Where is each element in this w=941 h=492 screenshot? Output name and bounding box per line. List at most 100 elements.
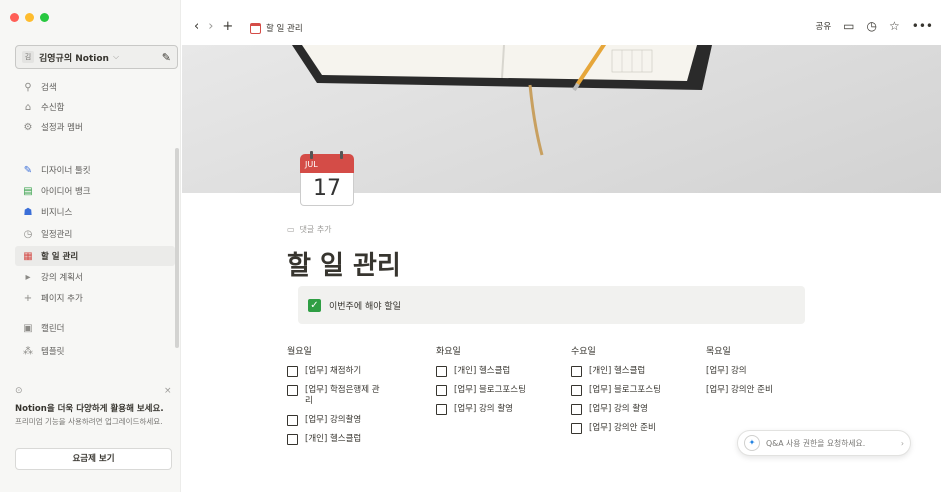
todo-item[interactable]: [개인] 헬스클럽 [571, 366, 706, 377]
todo-text: [업무] 블로그포스팅 [589, 385, 661, 395]
promo-title: Notion을 더욱 다양하게 활용해 보세요. [15, 404, 164, 414]
sidebar-item-label: 검색 [41, 83, 57, 93]
chevron-right-icon: › [900, 438, 904, 448]
todo-item[interactable]: [업무] 강의촬영 [287, 415, 422, 426]
sidebar-item-label: 디자이너 툴킷 [41, 166, 91, 176]
todo-text: [업무] 강의 촬영 [454, 404, 513, 414]
add-comment-button[interactable]: ▭ 댓글 추가 [287, 224, 332, 235]
star-icon[interactable]: ☆ [889, 19, 900, 33]
page-title[interactable]: 할 일 관리 [287, 245, 401, 282]
list-text: [업무] 강의 [706, 366, 747, 376]
checkbox[interactable] [436, 385, 447, 396]
chevron-right-icon[interactable]: › [208, 19, 213, 34]
sidebar: 김 김영규의 Notion ⌵ ✎ ⚲ 검색 ⌂ 수신함 ⚙ 설정과 멤버 ✎ … [0, 0, 181, 492]
page-icon: ▸ [25, 271, 31, 283]
sidebar-item-syllabus[interactable]: ▸ 강의 계획서 [15, 267, 175, 287]
checkbox[interactable] [287, 434, 298, 445]
sidebar-item-business[interactable]: ☗ 비지니스 [15, 202, 175, 222]
page-icon-calendar[interactable]: JUL 17 [300, 151, 354, 210]
checkbox[interactable] [287, 366, 298, 377]
checkbox[interactable] [571, 404, 582, 415]
todo-item[interactable]: [업무] 강의 촬영 [436, 404, 571, 415]
todo-item[interactable]: [업무] 학점은행제 관리 [287, 385, 422, 407]
breadcrumb[interactable]: 할 일 관리 [250, 22, 303, 34]
column-heading: 수요일 [571, 347, 596, 357]
share-button[interactable]: 공유 [816, 20, 832, 32]
todo-item[interactable]: [업무] 채점하기 [287, 366, 422, 377]
callout-block[interactable]: ✓ 이번주에 해야 할일 [298, 286, 805, 324]
sidebar-item-label: 수신함 [41, 103, 65, 113]
list-item[interactable]: [업무] 강의안 준비 [706, 385, 841, 396]
todo-item[interactable]: [개인] 헬스클럽 [436, 366, 571, 377]
checkbox[interactable] [436, 366, 447, 377]
qa-label: Q&A 사용 권한을 요청하세요. [766, 438, 866, 448]
todo-item[interactable]: [업무] 강의 촬영 [571, 404, 706, 415]
calendar-icon [250, 22, 261, 34]
sidebar-item-calendar[interactable]: ▣ 캘린더 [15, 318, 175, 338]
todo-text: [개인] 헬스클럽 [454, 366, 511, 376]
comment-icon[interactable]: ▭ [843, 19, 854, 33]
checkbox[interactable] [287, 415, 298, 426]
callout-text: 이번주에 해야 할일 [329, 301, 401, 312]
checkbox[interactable] [571, 423, 582, 434]
todo-item[interactable]: [업무] 블로그포스팅 [571, 385, 706, 396]
chevron-left-icon[interactable]: ‹ [194, 19, 199, 34]
compose-icon[interactable]: ✎ [162, 51, 171, 64]
close-icon[interactable]: × [164, 386, 172, 396]
column-heading: 목요일 [706, 347, 731, 357]
sidebar-item-add-page[interactable]: + 페이지 추가 [15, 288, 175, 308]
clock-icon: ◷ [23, 228, 33, 240]
sidebar-item-label: 할 일 관리 [41, 252, 79, 262]
column-wednesday: 수요일 [개인] 헬스클럽 [업무] 블로그포스팅 [업무] 강의 촬영 [업무… [571, 344, 706, 434]
sidebar-item-label: 비지니스 [41, 208, 73, 218]
clock-icon[interactable]: ◷ [867, 19, 877, 33]
todo-text: [업무] 블로그포스팅 [454, 385, 526, 395]
sidebar-item-schedule[interactable]: ◷ 일정관리 [15, 224, 175, 244]
chevron-down-icon: ⌵ [112, 52, 120, 61]
books-icon: ▤ [23, 185, 33, 197]
calendar-outline-icon: ▣ [23, 322, 33, 334]
sidebar-item-templates[interactable]: ⁂ 템플릿 [15, 341, 175, 361]
todo-item[interactable]: [업무] 강의안 준비 [571, 423, 706, 434]
calendar-day: 17 [300, 173, 354, 206]
sidebar-item-designer-toolkit[interactable]: ✎ 디자이너 툴킷 [15, 160, 175, 180]
todo-text: [업무] 채점하기 [305, 366, 362, 376]
plus-icon[interactable]: + [222, 19, 233, 34]
todo-text: [업무] 학점은행제 관리 [305, 385, 380, 406]
add-comment-label: 댓글 추가 [299, 225, 332, 234]
pencil-icon: ✎ [23, 164, 33, 176]
breadcrumb-label: 할 일 관리 [266, 24, 303, 34]
sidebar-item-settings[interactable]: ⚙ 설정과 멤버 [15, 117, 175, 137]
sidebar-scrollbar[interactable] [175, 148, 179, 348]
todo-text: [업무] 강의촬영 [305, 415, 362, 425]
todo-item[interactable]: [개인] 헬스클럽 [287, 434, 422, 445]
promo-body: 프리미엄 기능을 사용하려면 업그레이드하세요. [15, 417, 163, 426]
sidebar-item-label: 아이디어 뱅크 [41, 187, 91, 197]
todo-text: [업무] 강의안 준비 [589, 423, 656, 433]
todo-item[interactable]: [업무] 블로그포스팅 [436, 385, 571, 396]
close-window-button[interactable] [10, 13, 19, 22]
notebook-illustration [292, 45, 712, 156]
sidebar-item-label: 강의 계획서 [41, 273, 83, 283]
sidebar-item-idea-bank[interactable]: ▤ 아이디어 뱅크 [15, 181, 175, 201]
qa-request-button[interactable]: ✦ Q&A 사용 권한을 요청하세요. › [737, 430, 911, 456]
sidebar-item-inbox[interactable]: ⌂ 수신함 [15, 97, 175, 117]
workspace-switcher[interactable]: 김 김영규의 Notion ⌵ ✎ [15, 45, 178, 69]
checkbox[interactable] [436, 404, 447, 415]
gear-icon: ⚙ [23, 121, 33, 133]
maximize-window-button[interactable] [40, 13, 49, 22]
checkbox[interactable] [571, 385, 582, 396]
sidebar-item-search[interactable]: ⚲ 검색 [15, 77, 175, 97]
sidebar-item-todo[interactable]: ▦ 할 일 관리 [15, 246, 175, 266]
minimize-window-button[interactable] [25, 13, 34, 22]
column-monday: 월요일 [업무] 채점하기 [업무] 학점은행제 관리 [업무] 강의촬영 [개… [287, 344, 422, 445]
checkbox[interactable] [287, 385, 298, 396]
calendar-icon: ▦ [23, 250, 33, 262]
more-icon[interactable]: ••• [912, 19, 933, 33]
workspace-avatar: 김 [22, 51, 34, 63]
view-plans-button[interactable]: 요금제 보기 [15, 448, 172, 470]
checkbox[interactable] [571, 366, 582, 377]
sidebar-item-label: 템플릿 [41, 347, 65, 357]
template-icon: ⁂ [23, 345, 33, 357]
list-item[interactable]: [업무] 강의 [706, 366, 841, 377]
